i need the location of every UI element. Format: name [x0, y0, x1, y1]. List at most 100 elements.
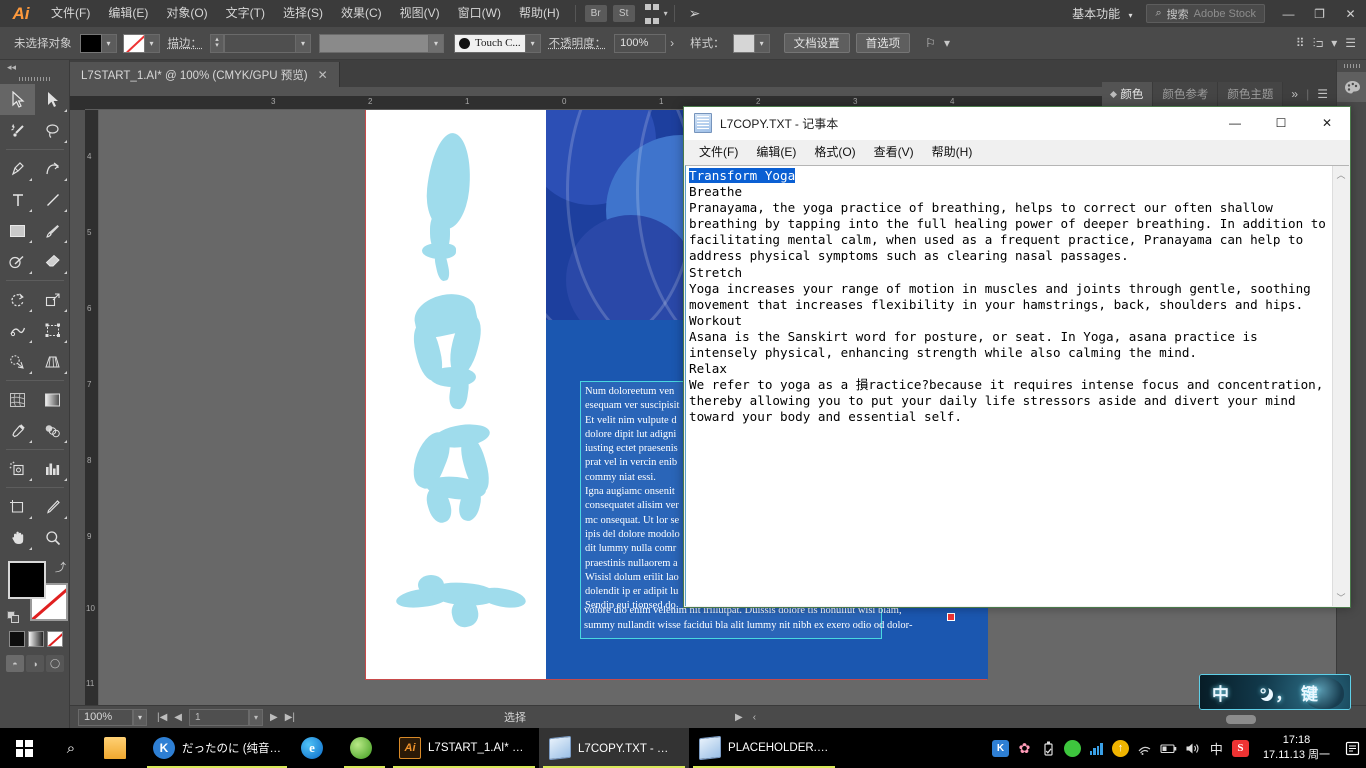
chevron-down-icon[interactable]: ▾ [429, 34, 444, 53]
rectangle-tool[interactable] [0, 215, 35, 246]
artboard-tool[interactable] [0, 491, 35, 522]
paintbrush-tool[interactable] [35, 215, 70, 246]
taskbar-item-kugou[interactable]: K だったのに (纯音… [143, 728, 291, 768]
ime-indicator[interactable]: 中 [1208, 740, 1225, 757]
color-panel-icon[interactable] [1337, 72, 1366, 102]
style-swatch[interactable] [733, 34, 755, 53]
mesh-tool[interactable] [0, 384, 35, 415]
column-graph-tool[interactable] [35, 453, 70, 484]
zoom-level-value[interactable]: 100% [78, 709, 133, 726]
magic-wand-tool[interactable] [0, 115, 35, 146]
line-segment-tool[interactable] [35, 184, 70, 215]
last-artboard-button[interactable]: ▶| [285, 712, 295, 723]
notepad-title-bar[interactable]: L7COPY.TXT - 记事本 — ☐ ✕ [684, 107, 1350, 140]
ime-floating-toolbar[interactable]: 中 ° ， 键 [1199, 674, 1351, 710]
curvature-tool[interactable] [35, 153, 70, 184]
sogou-pinyin-icon[interactable]: S [1232, 740, 1249, 757]
stock-button[interactable]: St [613, 5, 635, 22]
notepad-maximize-button[interactable]: ☐ [1258, 107, 1304, 140]
chevron-down-icon[interactable]: ▾ [249, 709, 263, 726]
notepad-menu-format[interactable]: 格式(O) [805, 140, 864, 164]
menu-help[interactable]: 帮助(H) [510, 0, 569, 27]
menu-file[interactable]: 文件(F) [42, 0, 99, 27]
taskbar-item-notepad-l7copy[interactable]: L7COPY.TXT - 记… [539, 728, 689, 768]
swap-fill-stroke-icon[interactable]: ⤴ [55, 559, 66, 575]
gradient-mode-button[interactable] [28, 631, 44, 647]
text-overflow-handle[interactable] [947, 613, 955, 621]
panel-menu-icon[interactable]: ☰ [1341, 36, 1360, 50]
chevron-down-icon[interactable]: ▾ [145, 34, 160, 53]
notepad-close-button[interactable]: ✕ [1304, 107, 1350, 140]
menu-edit[interactable]: 编辑(E) [99, 0, 157, 27]
ai-minimize-button[interactable]: — [1273, 0, 1304, 27]
notepad-text-area[interactable]: Transform Yoga Breathe Pranayama, the yo… [686, 166, 1332, 606]
status-expand-icon[interactable]: ▶ [735, 712, 743, 723]
bridge-button[interactable]: Br [585, 5, 607, 22]
none-mode-button[interactable] [47, 631, 63, 647]
eyedropper-tool[interactable] [0, 415, 35, 446]
zoom-tool[interactable] [35, 522, 70, 553]
arrange-documents-button[interactable]: ▾ [644, 0, 668, 28]
start-button[interactable] [0, 728, 48, 768]
chevron-down-icon[interactable]: ▾ [755, 34, 770, 53]
tab-color-themes[interactable]: 颜色主题 [1218, 82, 1283, 106]
graphic-style-control[interactable]: ▾ [733, 34, 770, 53]
workspace-switcher[interactable]: 基本功能 ▾ [1066, 5, 1138, 22]
gradient-tool[interactable] [35, 384, 70, 415]
notepad-menu-file[interactable]: 文件(F) [690, 140, 747, 164]
chevron-down-icon[interactable]: ▾ [296, 34, 311, 53]
ai-close-button[interactable]: ✕ [1335, 0, 1366, 27]
fill-color-box[interactable] [8, 561, 46, 599]
rotate-tool[interactable] [0, 284, 35, 315]
kugou-tray-icon[interactable]: K [992, 740, 1009, 757]
tab-color-guide[interactable]: 颜色参考 [1153, 82, 1218, 106]
collapse-tools-icon[interactable]: ◂◂ [0, 60, 69, 74]
menu-select[interactable]: 选择(S) [274, 0, 332, 27]
stroke-weight-input[interactable] [224, 34, 296, 53]
notepad-scrollbar[interactable]: ︿ ﹀ [1332, 166, 1349, 606]
notepad-window[interactable]: L7COPY.TXT - 记事本 — ☐ ✕ 文件(F) 编辑(E) 格式(O)… [683, 106, 1351, 608]
menu-view[interactable]: 视图(V) [391, 0, 449, 27]
battery-icon[interactable] [1160, 740, 1177, 757]
next-artboard-button[interactable]: ▶ [270, 712, 278, 723]
brush-preview[interactable]: Touch C... [454, 34, 526, 53]
document-tab-l7start[interactable]: L7START_1.AI* @ 100% (CMYK/GPU 预览) ✕ [70, 62, 340, 87]
chevron-down-icon[interactable]: ▾ [102, 34, 117, 53]
shaper-tool[interactable] [0, 246, 35, 277]
width-tool[interactable] [0, 315, 35, 346]
menu-effect[interactable]: 效果(C) [332, 0, 391, 27]
align-to-icon[interactable]: ⚐ [921, 36, 940, 50]
tools-drag-grip[interactable] [0, 74, 69, 84]
ai-maximize-button[interactable]: ❐ [1304, 0, 1335, 27]
wechat-tray-icon[interactable] [1064, 740, 1081, 757]
rail-drag-grip[interactable] [1337, 60, 1366, 72]
lasso-tool[interactable] [35, 115, 70, 146]
stepper-icon[interactable]: ▴▾ [210, 34, 224, 53]
chevron-down-icon[interactable]: ▾ [526, 34, 541, 53]
menu-type[interactable]: 文字(T) [217, 0, 274, 27]
notification-icon[interactable] [1338, 728, 1366, 768]
taskbar-item-360-browser[interactable] [340, 728, 389, 768]
ime-comma-label[interactable]: ， [1275, 685, 1294, 704]
notepad-text-content[interactable]: Breathe Pranayama, the yoga practice of … [689, 184, 1332, 424]
taskbar-item-notepad-placeholder[interactable]: PLACEHOLDER.TX… [689, 728, 839, 768]
notepad-minimize-button[interactable]: — [1212, 107, 1258, 140]
sakura-tray-icon[interactable]: ✿ [1016, 740, 1033, 757]
shape-builder-tool[interactable] [0, 346, 35, 377]
stroke-color-control[interactable]: ▾ [123, 34, 160, 53]
status-collapse-icon[interactable]: ‹ [753, 712, 756, 723]
prev-artboard-button[interactable]: ◀ [174, 712, 182, 723]
stroke-weight-control[interactable]: ▴▾ ▾ [210, 34, 311, 53]
artboard-number-control[interactable]: 1 ▾ [189, 709, 263, 726]
align-panel-icon[interactable]: ⫶⊐ [1309, 36, 1328, 51]
ime-mode-label[interactable]: 中 [1212, 685, 1231, 704]
chevron-down-icon[interactable]: ▾ [1327, 36, 1341, 50]
perspective-grid-tool[interactable] [35, 346, 70, 377]
notepad-menu-edit[interactable]: 编辑(E) [747, 140, 805, 164]
wifi-icon[interactable] [1136, 740, 1153, 757]
width-profile-field[interactable] [319, 34, 429, 53]
menu-window[interactable]: 窗口(W) [449, 0, 510, 27]
free-transform-tool[interactable] [35, 315, 70, 346]
taskbar-item-file-explorer[interactable] [94, 728, 143, 768]
selection-tool[interactable] [0, 84, 35, 115]
